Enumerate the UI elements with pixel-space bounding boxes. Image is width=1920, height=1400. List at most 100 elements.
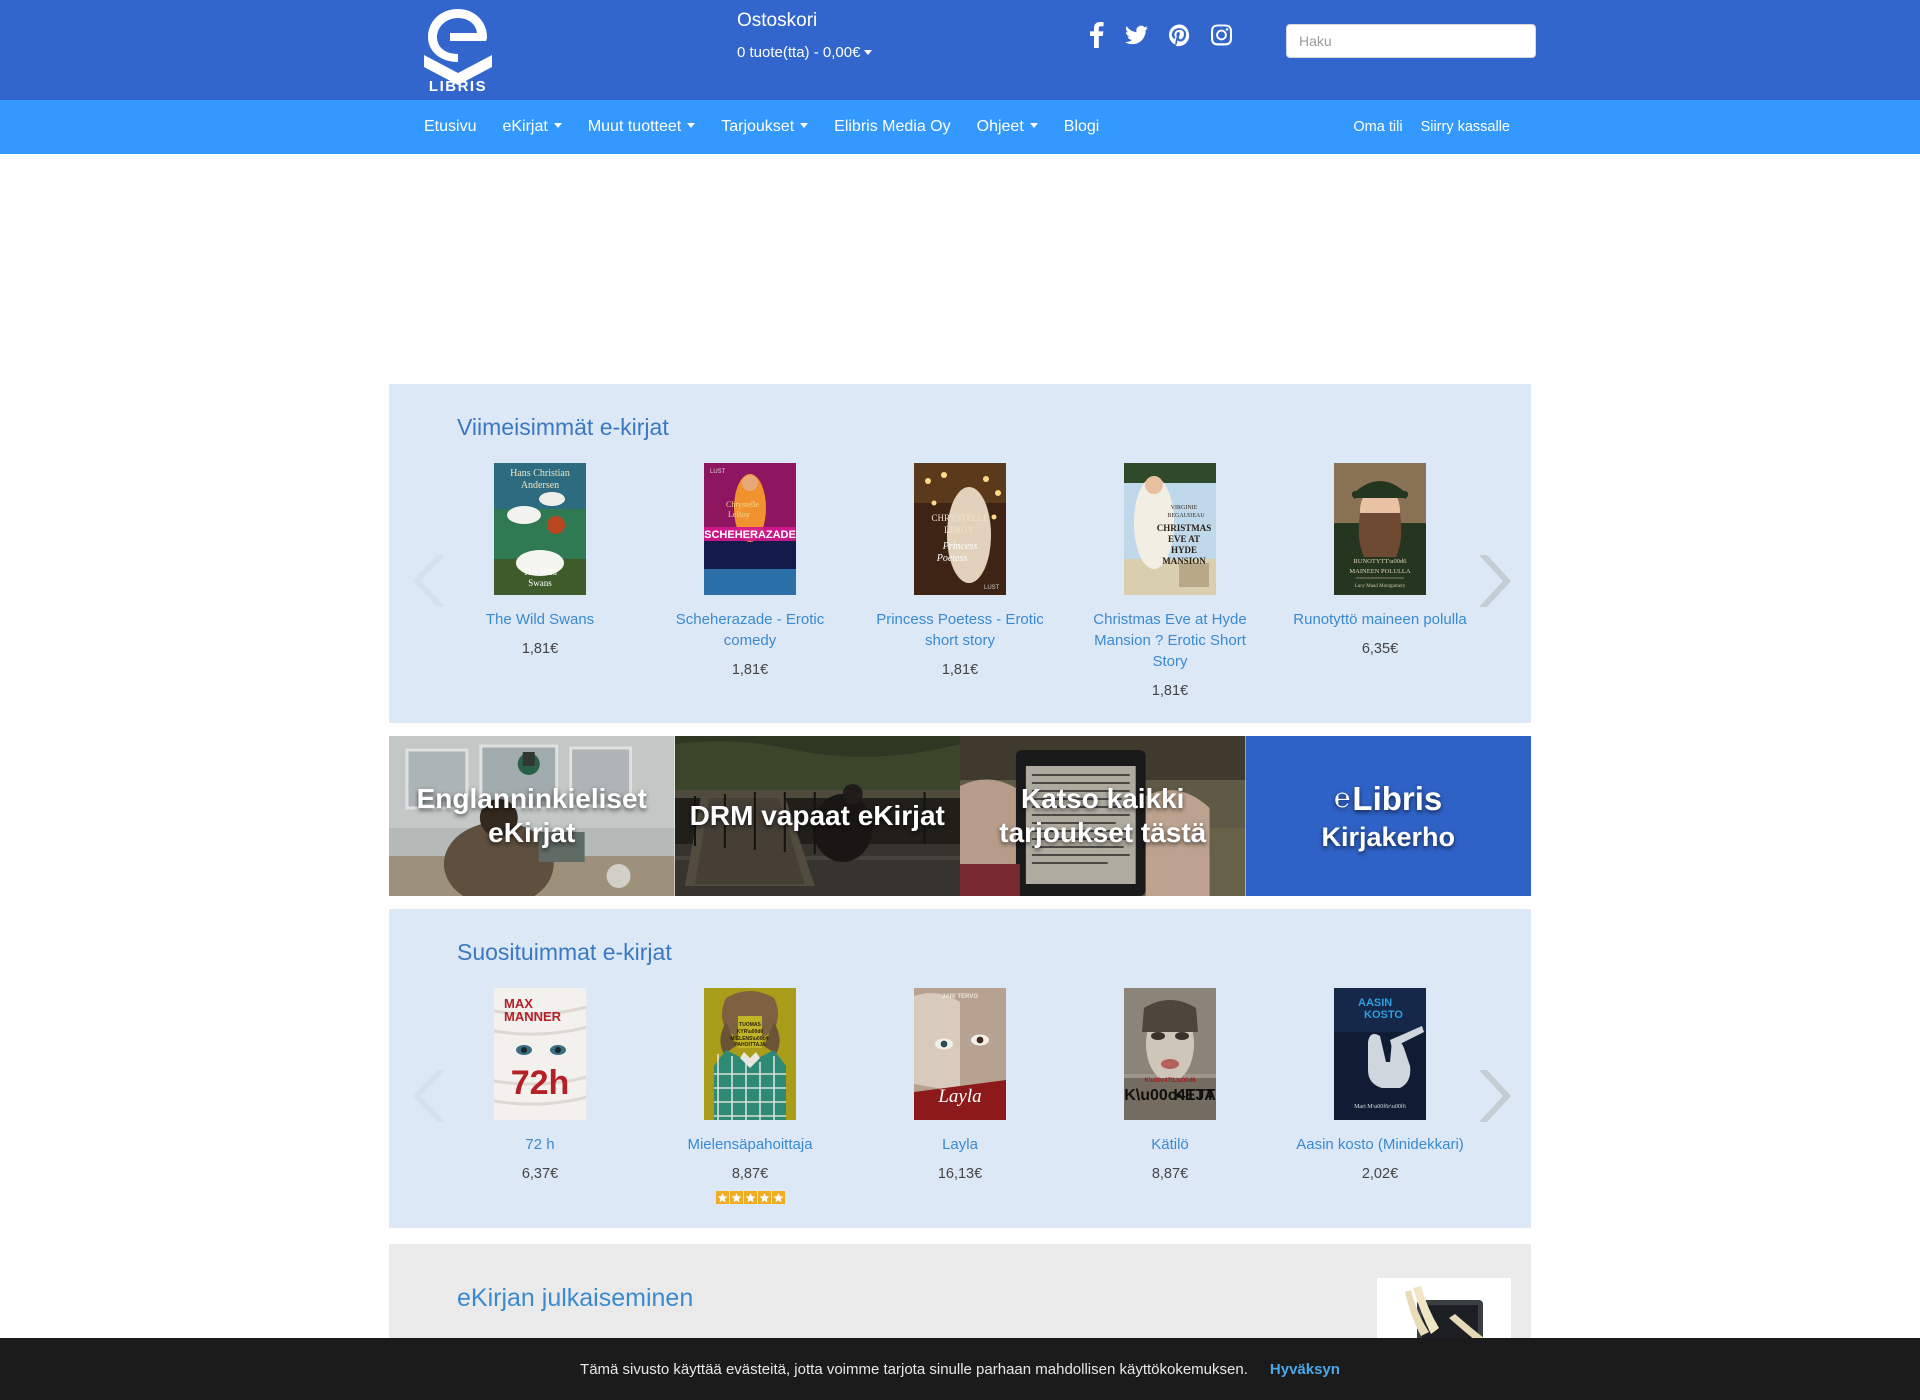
- chevron-down-icon: [687, 123, 696, 129]
- svg-text:K\u00c4TIL\u00d6: K\u00c4TIL\u00d6: [1144, 1078, 1196, 1084]
- book-cover-image: Hans Christian Andersen The Wild Swans: [494, 463, 586, 595]
- cart-title: Ostoskori: [737, 10, 818, 31]
- book-title-link[interactable]: Mielensäpahoittaja: [657, 1134, 843, 1155]
- svg-text:Swans: Swans: [528, 578, 552, 588]
- nav-label: Etusivu: [424, 118, 477, 135]
- book-title-link[interactable]: Scheherazade - Erotic comedy: [657, 609, 843, 651]
- cookie-message: Tämä sivusto käyttää evästeitä, jotta vo…: [580, 1360, 1248, 1378]
- popular-ebooks-title: Suosituimmat e-kirjat: [457, 939, 672, 965]
- book-title-link[interactable]: Aasin kosto (Minidekkari): [1287, 1134, 1473, 1155]
- book-cover-image: K\u00c4TIL\u00d6 K\u00c4TJA KETTU: [1124, 988, 1216, 1120]
- facebook-icon[interactable]: [1089, 22, 1104, 48]
- pinterest-icon[interactable]: [1169, 22, 1190, 48]
- promo-banner-english-ebooks[interactable]: Englanninkieliset eKirjat: [389, 736, 675, 896]
- promo-banner-all-offers[interactable]: Katso kaikki tarjoukset tästä: [960, 736, 1246, 896]
- book-card[interactable]: CHRYSTELLE LEROY Princess Poetess LUST P…: [867, 463, 1053, 678]
- svg-text:Poetess: Poetess: [936, 553, 968, 564]
- book-title-link[interactable]: Layla: [867, 1134, 1053, 1155]
- book-title-link[interactable]: Runotyttö maineen polulla: [1287, 609, 1473, 630]
- book-card[interactable]: JARI TERVO Layla Layla 16,13€: [867, 988, 1053, 1182]
- book-list-latest: Hans Christian Andersen The Wild Swans T…: [447, 463, 1473, 699]
- cart-summary[interactable]: 0 tuote(tta) - 0,00€: [737, 41, 873, 65]
- svg-text:LUST: LUST: [984, 585, 1000, 591]
- book-title-link[interactable]: The Wild Swans: [447, 609, 633, 630]
- svg-text:Andersen: Andersen: [521, 480, 559, 491]
- svg-text:EVE AT: EVE AT: [1168, 534, 1200, 544]
- svg-text:LIBRIS: LIBRIS: [429, 78, 487, 91]
- club-title-line2: Kirjakerho: [1321, 821, 1456, 852]
- carousel-next-button-latest[interactable]: [1477, 553, 1513, 609]
- svg-text:72h: 72h: [511, 1064, 570, 1102]
- svg-text:LeRoy: LeRoy: [728, 510, 750, 519]
- promo-banner-book-club[interactable]: ℮ Libris Kirjakerho: [1245, 736, 1531, 896]
- book-card[interactable]: AASIN KOSTO Mari M\u00f6r\u00f6 Aasin ko…: [1287, 988, 1473, 1182]
- book-card[interactable]: Hans Christian Andersen The Wild Swans T…: [447, 463, 633, 657]
- promo-banner-drm-free[interactable]: DRM vapaat eKirjat: [674, 736, 960, 896]
- nav-item-oma-tili[interactable]: Oma tili: [1344, 100, 1411, 154]
- book-title-link[interactable]: 72 h: [447, 1134, 633, 1155]
- book-title-link[interactable]: Kätilö: [1077, 1134, 1263, 1155]
- star-icon: [757, 1191, 771, 1204]
- svg-text:Chrystelle: Chrystelle: [726, 500, 759, 509]
- nav-item-blogi[interactable]: Blogi: [1051, 100, 1113, 154]
- book-title-link[interactable]: Princess Poetess - Erotic short story: [867, 609, 1053, 651]
- book-card[interactable]: VIRGINIE BEGAUDEAU CHRISTMAS EVE AT HYDE…: [1077, 463, 1263, 699]
- nav-item-siirry-kassalle[interactable]: Siirry kassalle: [1412, 100, 1519, 154]
- book-price: 1,81€: [731, 662, 769, 678]
- carousel-prev-button-popular[interactable]: [411, 1068, 447, 1124]
- nav-item-muut-tuotteet[interactable]: Muut tuotteet: [575, 100, 708, 154]
- book-title-link[interactable]: Christmas Eve at Hyde Mansion ? Erotic S…: [1077, 609, 1263, 672]
- svg-text:Hans Christian: Hans Christian: [510, 468, 570, 479]
- nav-item-tarjoukset[interactable]: Tarjoukset: [708, 100, 821, 154]
- nav-item-ekirjat[interactable]: eKirjat: [489, 100, 574, 154]
- banner-label: Englanninkieliset eKirjat: [416, 783, 647, 848]
- svg-text:The Wild: The Wild: [523, 567, 557, 577]
- chevron-left-icon: [413, 555, 445, 607]
- nav-label: Elibris Media Oy: [834, 118, 951, 135]
- nav-label: Muut tuotteet: [587, 118, 682, 135]
- svg-text:JARI TERVO: JARI TERVO: [942, 994, 978, 1000]
- nav-label: Siirry kassalle: [1420, 119, 1510, 135]
- nav-item-elibris-media-oy[interactable]: Elibris Media Oy: [821, 100, 963, 154]
- banner-label: DRM vapaat eKirjat: [689, 800, 945, 831]
- instagram-icon[interactable]: [1211, 22, 1232, 48]
- latest-ebooks-section: Viimeisimmät e-kirjat Hans Christian And…: [389, 384, 1531, 723]
- book-card[interactable]: TUOMAS KYR\u00d6 MIELENS\u00c4- PAHOITTA…: [657, 988, 843, 1204]
- cart-widget[interactable]: Ostoskori 0 tuote(tta) - 0,00€: [737, 8, 873, 65]
- book-card[interactable]: RUNOTYTT\u00d6 MAINEEN POLULLA Lucy Maud…: [1287, 463, 1473, 657]
- svg-text:CHRYSTELLE: CHRYSTELLE: [931, 513, 989, 523]
- banner-label: Katso kaikki tarjoukset tästä: [999, 783, 1207, 848]
- chevron-down-icon: [1029, 123, 1038, 129]
- nav-item-ohjeet[interactable]: Ohjeet: [964, 100, 1051, 154]
- search-input[interactable]: [1286, 24, 1536, 58]
- book-price: 8,87€: [731, 1166, 769, 1182]
- book-price: 2,02€: [1361, 1166, 1399, 1182]
- nav-label: eKirjat: [502, 118, 548, 135]
- club-title-line1: Libris: [1352, 779, 1443, 817]
- carousel-prev-button-latest[interactable]: [411, 553, 447, 609]
- book-card[interactable]: MAX MANNER 72h 72 h 6,37€: [447, 988, 633, 1182]
- site-logo[interactable]: LIBRIS: [413, 7, 503, 93]
- elibris-logo-icon: LIBRIS: [424, 9, 492, 91]
- book-cover-image: VIRGINIE BEGAUDEAU CHRISTMAS EVE AT HYDE…: [1124, 463, 1216, 595]
- book-card[interactable]: SCHEHERAZADE Chrystelle LeRoy LUST Scheh…: [657, 463, 843, 678]
- book-card[interactable]: K\u00c4TIL\u00d6 K\u00c4TJA KETTU Kätilö…: [1077, 988, 1263, 1182]
- book-price: 8,87€: [1151, 1166, 1189, 1182]
- book-price: 1,81€: [521, 641, 559, 657]
- svg-text:BEGAUDEAU: BEGAUDEAU: [1167, 513, 1205, 519]
- popular-ebooks-carousel: MAX MANNER 72h 72 h 6,37€ TUOMAS KYR\u00…: [389, 988, 1531, 1204]
- main-navigation: Etusivu eKirjat Muut tuotteet Tarjoukset…: [0, 100, 1920, 154]
- hero-spacer: [389, 154, 1531, 384]
- cookie-accept-button[interactable]: Hyväksyn: [1270, 1361, 1340, 1378]
- nav-item-etusivu[interactable]: Etusivu: [411, 100, 489, 154]
- chevron-down-icon: [800, 123, 809, 129]
- svg-text:MANNER: MANNER: [504, 1009, 562, 1024]
- twitter-icon[interactable]: [1125, 22, 1148, 48]
- book-price: 6,37€: [521, 1166, 559, 1182]
- svg-text:LUST: LUST: [710, 469, 726, 475]
- book-cover-image: CHRYSTELLE LEROY Princess Poetess LUST: [914, 463, 1006, 595]
- carousel-next-button-popular[interactable]: [1477, 1068, 1513, 1124]
- book-price: 16,13€: [937, 1166, 983, 1182]
- chevron-down-icon: [864, 49, 873, 55]
- book-price: 1,81€: [941, 662, 979, 678]
